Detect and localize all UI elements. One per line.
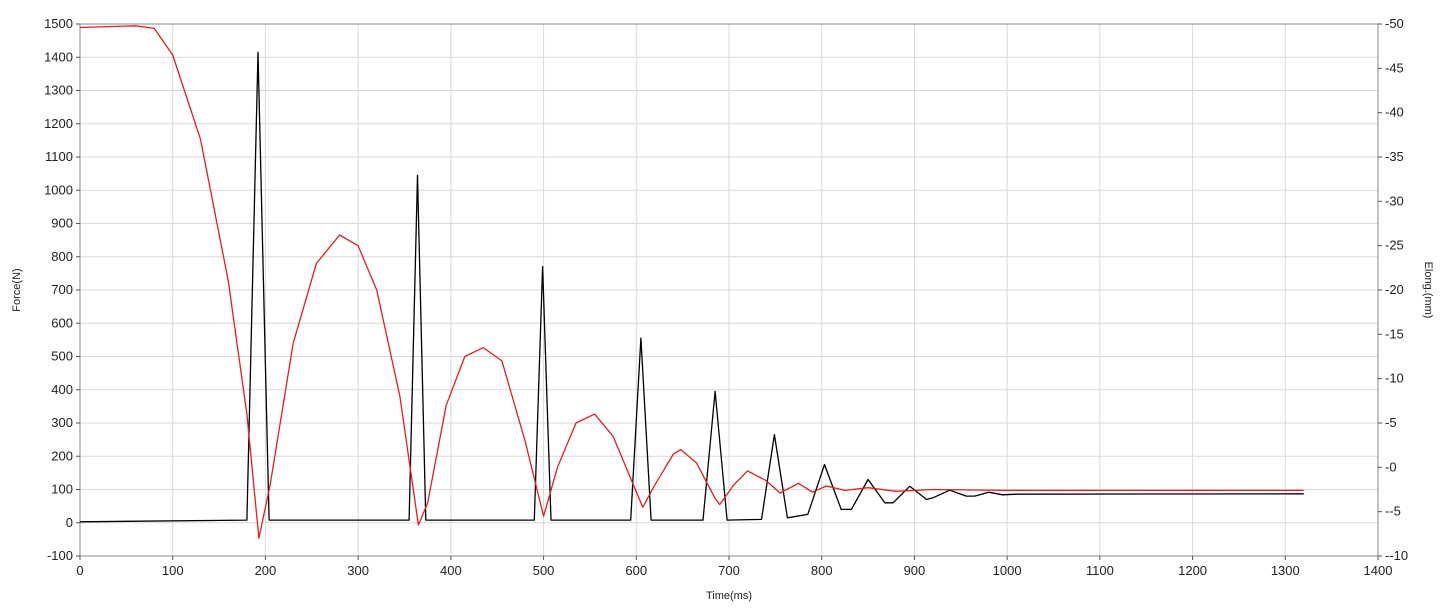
series-layer — [79, 25, 1304, 539]
left-y-tick-label: 0 — [66, 515, 73, 530]
right-y-tick-label: -15 — [1385, 326, 1404, 341]
right-y-tick-label: -10 — [1385, 371, 1404, 386]
left-y-tick-label: 1400 — [44, 49, 73, 64]
x-axis-ticks: 0 100 200 300 400 500 600 700 800 900 1000 1100 1200… — [76, 556, 1392, 578]
x-tick-label: 200 — [255, 563, 277, 578]
x-tick-label: 600 — [625, 563, 647, 578]
x-tick-label: 0 — [76, 563, 83, 578]
x-tick-label: 1200 — [1178, 563, 1207, 578]
x-axis-title: Time(ms) — [706, 590, 752, 602]
right-y-tick-label: -30 — [1385, 193, 1404, 208]
x-tick-label: 1400 — [1364, 563, 1393, 578]
right-y-tick-label: -35 — [1385, 149, 1404, 164]
x-tick-label: 1000 — [993, 563, 1022, 578]
dual-axis-line-chart: 0 100 200 300 400 500 600 700 800 900 1000 1100 1200… — [11, 16, 1434, 602]
x-tick-label: 100 — [162, 563, 184, 578]
left-y-tick-label: 600 — [51, 315, 73, 330]
x-tick-label: 400 — [440, 563, 462, 578]
left-y-tick-label: 100 — [51, 482, 73, 497]
force-series-line — [79, 51, 1304, 523]
right-y-tick-label: -25 — [1385, 238, 1404, 253]
left-y-axis-ticks: -100 0 100 200 300 400 500 600 700 800 900 1000 1100… — [44, 16, 80, 563]
left-y-tick-label: 1000 — [44, 182, 73, 197]
right-y-tick-label: -0 — [1385, 459, 1397, 474]
left-y-tick-label: 1200 — [44, 116, 73, 131]
x-tick-label: 1100 — [1086, 563, 1114, 578]
right-y-axis-ticks: --10 --5 -0 -5 -10 -15 -20 -25 -30 -35 -40 -45 -50 — [1378, 16, 1408, 563]
left-y-tick-label: 700 — [51, 282, 73, 297]
right-y-axis-title: Elong.(mm) — [1422, 262, 1434, 319]
left-y-tick-label: 500 — [51, 349, 73, 364]
left-y-axis-title: Force(N) — [11, 268, 23, 311]
left-y-tick-label: 400 — [51, 382, 73, 397]
right-y-tick-label: -45 — [1385, 60, 1404, 75]
grid-lines — [79, 23, 1379, 557]
x-tick-label: 300 — [347, 563, 369, 578]
right-y-tick-label: -20 — [1385, 282, 1404, 297]
x-tick-label: 800 — [811, 563, 833, 578]
x-tick-label: 700 — [718, 563, 740, 578]
right-y-tick-label: --5 — [1385, 504, 1401, 519]
right-y-tick-label: -40 — [1385, 105, 1404, 120]
left-y-tick-label: 1300 — [44, 83, 73, 98]
x-tick-label: 1300 — [1271, 563, 1300, 578]
left-y-tick-label: 1100 — [45, 149, 73, 164]
left-y-tick-label: 300 — [51, 415, 73, 430]
chart-container: 0 100 200 300 400 500 600 700 800 900 1000 1100 1200… — [0, 0, 1445, 608]
left-y-tick-label: 900 — [51, 216, 73, 231]
left-y-tick-label: 800 — [51, 249, 73, 264]
left-y-tick-label: -100 — [47, 548, 73, 563]
left-y-tick-label: 1500 — [44, 16, 73, 31]
right-y-tick-label: -5 — [1385, 415, 1397, 430]
x-tick-label: 900 — [904, 563, 926, 578]
right-y-tick-label: -50 — [1385, 16, 1404, 31]
x-tick-label: 500 — [533, 563, 555, 578]
left-y-tick-label: 200 — [51, 448, 73, 463]
right-y-tick-label: --10 — [1385, 548, 1408, 563]
